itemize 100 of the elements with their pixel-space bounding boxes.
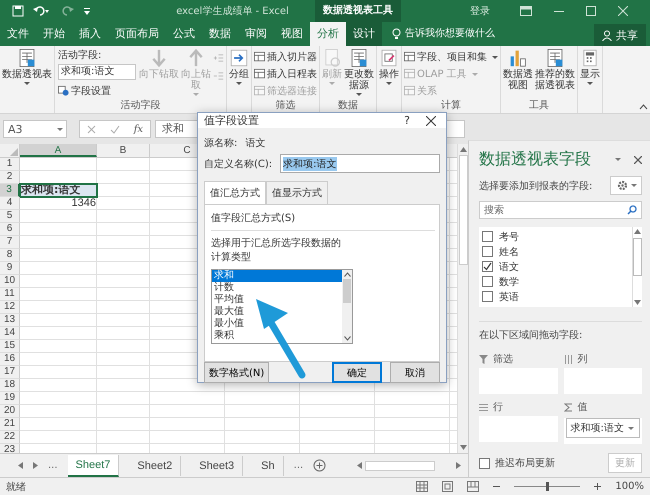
row-header[interactable]: 5 [0, 210, 20, 223]
field-name[interactable]: 数学 [499, 274, 519, 288]
vertical-scrollbar[interactable] [342, 270, 352, 343]
defer-update-label[interactable]: 推迟布局更新 [495, 456, 555, 470]
scroll-left-icon[interactable] [18, 462, 23, 469]
cancel-icon[interactable] [86, 124, 96, 134]
scroll-up-icon[interactable] [344, 272, 350, 277]
row-header[interactable]: 11 [0, 288, 20, 301]
ribbon-tab[interactable]: 文件 [0, 22, 36, 46]
value-field-chip[interactable]: 求和项:语文 [566, 418, 640, 438]
list-option[interactable]: 最大值 [212, 306, 342, 318]
list-option[interactable]: 计数 [212, 282, 342, 294]
drop-area[interactable]: 求和项:语文 [564, 418, 642, 444]
ribbon-tab[interactable]: 页面布局 [108, 22, 166, 46]
vertical-scrollbar[interactable] [632, 227, 642, 307]
checkbox[interactable] [479, 458, 490, 468]
scroll-right-icon[interactable] [456, 462, 461, 469]
ribbon-button[interactable]: 插入切片器 [254, 48, 317, 65]
ribbon-options-icon[interactable] [520, 6, 532, 16]
row-header[interactable]: 16 [0, 353, 20, 366]
maximize-icon[interactable] [586, 6, 596, 16]
ribbon-tab[interactable]: 分析 [310, 22, 346, 46]
custom-name-field[interactable]: 求和项:语文 [280, 154, 440, 173]
ribbon-button[interactable]: 操作 [378, 48, 400, 100]
scrollbar-thumb[interactable] [365, 460, 435, 470]
field-name[interactable]: 语文 [499, 260, 519, 274]
tools-button[interactable] [610, 176, 642, 195]
zoom-in-icon[interactable] [594, 483, 602, 490]
slider-thumb[interactable] [546, 482, 550, 491]
normal-view-icon[interactable] [416, 481, 428, 492]
table-cell[interactable]: 1346 [20, 197, 97, 210]
help-button[interactable]: ? [404, 114, 410, 127]
scrollbar-thumb[interactable] [458, 155, 468, 265]
checkbox[interactable] [482, 276, 493, 287]
more-sheets-button[interactable]: ... [48, 460, 58, 471]
share-button[interactable]: 共享 [594, 24, 646, 46]
checkbox[interactable] [482, 291, 493, 302]
ribbon-button[interactable]: 更改数据源 [343, 48, 375, 100]
redo-icon[interactable] [60, 5, 74, 17]
row-header[interactable]: 22 [0, 431, 20, 444]
sheet-tab[interactable]: Sheet7 [68, 454, 120, 476]
ribbon-button[interactable]: 数据透视图 [502, 48, 534, 100]
scroll-up-icon[interactable] [460, 147, 466, 152]
ribbon-button[interactable]: 插入日程表 [254, 65, 317, 82]
ribbon-button[interactable]: 推荐的数据透视表 [534, 48, 576, 100]
scroll-left-icon[interactable] [357, 462, 362, 469]
zoom-level[interactable]: 100% [615, 481, 644, 492]
checkbox[interactable] [482, 261, 493, 272]
checkbox[interactable] [482, 231, 493, 242]
ribbon-button[interactable]: 分组 [228, 48, 250, 100]
row-header[interactable]: 23 [0, 444, 20, 453]
row-header[interactable]: 21 [0, 418, 20, 431]
ribbon-button[interactable]: 字段、项目和集 [404, 48, 498, 65]
dialog-button[interactable]: 确定 [332, 362, 382, 383]
search-field[interactable]: 搜索 [479, 201, 642, 219]
list-option[interactable]: 最小值 [212, 318, 342, 330]
active-field-input[interactable]: 求和项:语文 [58, 64, 136, 80]
ribbon-tab[interactable]: 视图 [274, 22, 310, 46]
caret-icon[interactable] [615, 158, 621, 161]
row-header[interactable]: 17 [0, 366, 20, 379]
undo-icon[interactable] [33, 5, 51, 17]
scroll-down-icon[interactable] [344, 336, 350, 341]
field-name[interactable]: 考号 [499, 230, 519, 244]
save-icon[interactable] [12, 5, 24, 17]
close-icon[interactable] [426, 116, 436, 126]
ribbon-tab[interactable]: 公式 [166, 22, 202, 46]
row-header[interactable]: 13 [0, 314, 20, 327]
checkbox[interactable] [482, 246, 493, 257]
page-break-icon[interactable] [467, 481, 480, 492]
ribbon-button[interactable]: 数据透视表 [1, 48, 53, 100]
row-header[interactable]: 18 [0, 379, 20, 392]
row-header[interactable]: 3 [0, 184, 20, 197]
ribbon-tab[interactable]: 设计 [346, 22, 382, 46]
ribbon-tab[interactable]: 审阅 [238, 22, 274, 46]
column-header[interactable]: A [20, 144, 97, 157]
list-option[interactable]: 求和 [212, 270, 342, 282]
row-header[interactable]: 20 [0, 405, 20, 418]
row-header[interactable]: 8 [0, 249, 20, 262]
row-header[interactable]: 2 [0, 171, 20, 184]
ribbon-button[interactable]: 显示 [579, 48, 601, 100]
row-header[interactable]: 6 [0, 223, 20, 236]
scroll-down-icon[interactable] [634, 300, 641, 305]
row-header[interactable]: 1 [0, 158, 20, 171]
enter-icon[interactable] [110, 124, 120, 134]
more-sheets-button[interactable]: ... [294, 460, 304, 471]
sheet-tab[interactable]: Sheet2 [129, 456, 182, 476]
row-header[interactable]: 12 [0, 301, 20, 314]
vertical-scrollbar[interactable] [457, 144, 468, 453]
page-layout-icon[interactable] [442, 481, 454, 492]
scrollbar-thumb[interactable] [633, 238, 642, 276]
field-settings-button[interactable]: 字段设置 [58, 82, 136, 99]
zoom-out-icon[interactable] [493, 483, 500, 490]
customize-icon[interactable] [83, 6, 91, 16]
field-name[interactable]: 姓名 [499, 244, 519, 258]
row-header[interactable]: 9 [0, 262, 20, 275]
ribbon-tab[interactable]: 开始 [36, 22, 72, 46]
dialog-button[interactable]: 数字格式(N) [204, 362, 270, 383]
sheet-tab[interactable]: Sheet3 [191, 456, 244, 476]
row-header[interactable]: 14 [0, 327, 20, 340]
field-name[interactable]: 英语 [499, 290, 519, 304]
